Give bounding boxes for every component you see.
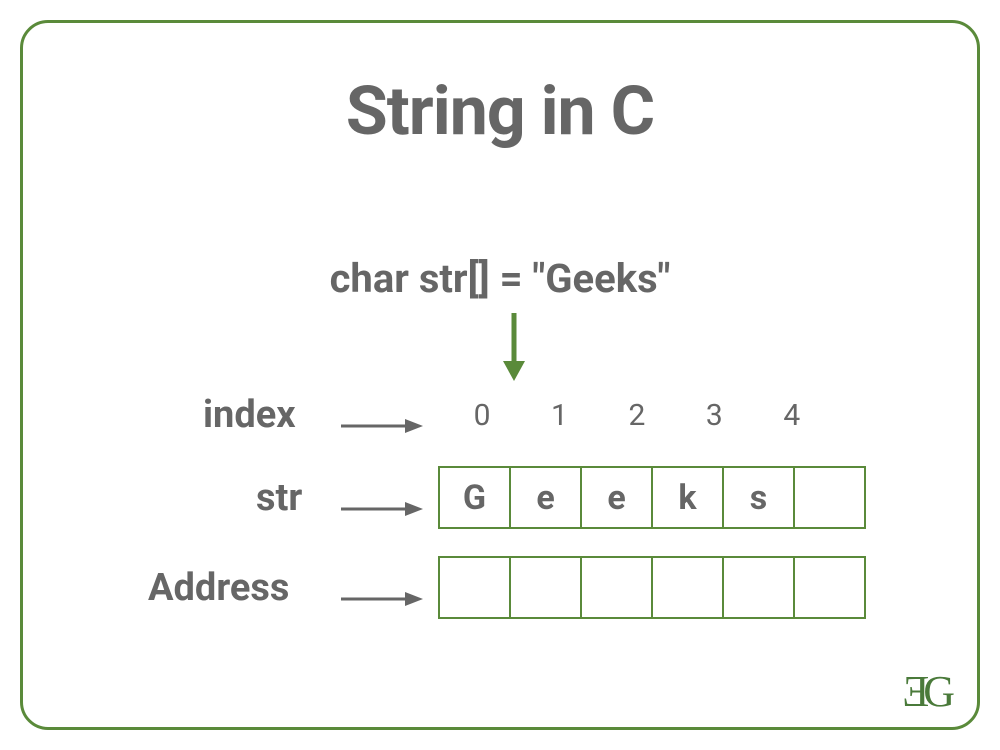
- index-value: 1: [524, 398, 594, 433]
- str-array-row: G e e k s: [438, 466, 866, 529]
- index-row: 0 1 2 3 4: [447, 398, 827, 433]
- array-cell: [793, 466, 866, 529]
- array-cell: [722, 556, 795, 619]
- address-label: Address: [148, 566, 289, 610]
- array-cell: k: [651, 466, 724, 529]
- diagram-frame: String in C char str[] = "Geeks" index s…: [20, 20, 980, 730]
- arrow-right-icon: [341, 590, 423, 608]
- page-title: String in C: [346, 71, 654, 151]
- array-cell: s: [722, 466, 795, 529]
- array-cell: G: [438, 466, 511, 529]
- arrow-right-icon: [341, 500, 423, 518]
- array-cell: [580, 556, 653, 619]
- down-arrow-icon: [499, 313, 529, 381]
- arrow-right-icon: [341, 417, 423, 435]
- logo-icon: ƎG: [902, 666, 949, 717]
- array-cell: [651, 556, 724, 619]
- array-cell: e: [580, 466, 653, 529]
- array-cell: [438, 556, 511, 619]
- array-cell: e: [509, 466, 582, 529]
- array-cell: [509, 556, 582, 619]
- index-value: 0: [447, 398, 517, 433]
- array-cell: [793, 556, 866, 619]
- address-array-row: [438, 556, 866, 619]
- index-value: 3: [679, 398, 749, 433]
- declaration-code: char str[] = "Geeks": [330, 255, 671, 302]
- index-value: 4: [757, 398, 827, 433]
- str-label: str: [256, 476, 302, 520]
- index-value: 2: [602, 398, 672, 433]
- index-label: index: [203, 393, 296, 437]
